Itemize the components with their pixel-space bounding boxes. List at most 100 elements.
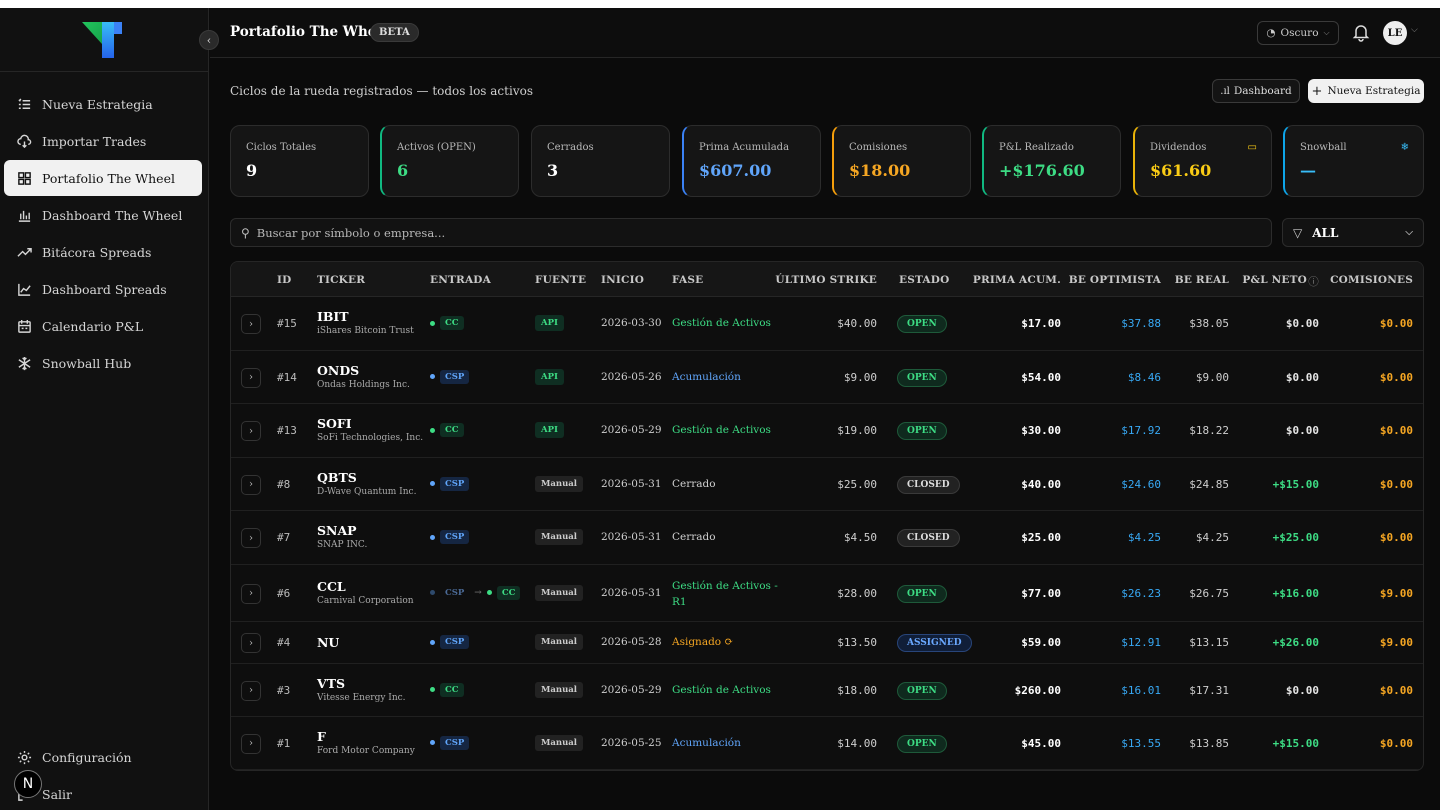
table-row[interactable]: › #3 VTS Vitesse Energy Inc. CC Manual 2026-05… bbox=[231, 664, 1423, 717]
brand-logo[interactable] bbox=[80, 20, 124, 60]
column-header[interactable]: TICKER bbox=[317, 274, 365, 286]
plus-icon: + bbox=[1311, 83, 1323, 99]
table-header: ID TICKER ENTRADA FUENTE INICIO FASE ÚLTIMO ST… bbox=[231, 262, 1423, 297]
expand-row-button[interactable]: › bbox=[241, 528, 261, 548]
source-badge: Manual bbox=[535, 584, 584, 601]
sidebar-item-label: Importar Trades bbox=[42, 133, 147, 149]
user-avatar[interactable]: LE bbox=[1383, 21, 1407, 45]
card-label: Cerrados bbox=[547, 142, 594, 153]
state-cell: OPEN bbox=[897, 422, 947, 440]
table-row[interactable]: › #8 QBTS D-Wave Quantum Inc. CSP Manual 2026-… bbox=[231, 458, 1423, 511]
ticker-cell[interactable]: SOFI SoFi Technologies, Inc. bbox=[317, 416, 423, 443]
last-strike: $18.00 bbox=[837, 683, 877, 697]
bell-icon[interactable] bbox=[1351, 22, 1371, 42]
ticker-cell[interactable]: ONDS Ondas Holdings Inc. bbox=[317, 363, 410, 390]
ticker-cell[interactable]: IBIT iShares Bitcoin Trust bbox=[317, 309, 414, 336]
summary-card: P&L Realizado +$176.60 bbox=[982, 125, 1121, 197]
state-badge: OPEN bbox=[897, 422, 947, 440]
column-header[interactable]: FASE bbox=[672, 274, 703, 286]
start-date: 2026-05-26 bbox=[601, 370, 662, 383]
ticker-cell[interactable]: F Ford Motor Company bbox=[317, 729, 415, 756]
pnl-neto: $0.00 bbox=[1285, 317, 1319, 330]
chevron-down-icon[interactable]: ⌵ bbox=[1411, 25, 1418, 35]
sidebar-item-snowball-hub[interactable]: Snowball Hub bbox=[4, 345, 202, 381]
status-filter-select[interactable]: ▽ ALL ⌵ bbox=[1282, 218, 1424, 247]
table-row[interactable]: › #6 CCL Carnival Corporation CSP → CC Manual 20… bbox=[231, 565, 1423, 622]
table-row[interactable]: › #7 SNAP SNAP INC. CSP Manual 2026-05-31 Cerra… bbox=[231, 511, 1423, 565]
sidebar-item-configuracion[interactable]: Configuración bbox=[4, 739, 202, 775]
premium-accum: $260.00 bbox=[1014, 683, 1061, 697]
card-value: $607.00 bbox=[699, 161, 772, 180]
entry-cell: CC bbox=[430, 423, 464, 437]
phase-text: Gestión de Activos bbox=[672, 424, 771, 436]
theme-toggle-button[interactable]: ◔ Oscuro ⌵ bbox=[1257, 21, 1339, 45]
sidebar-item-bitacora-spreads[interactable]: Bitácora Spreads bbox=[4, 234, 202, 270]
phase-text-cont: R1 bbox=[672, 595, 687, 608]
entry-cell: CSP bbox=[430, 530, 470, 544]
phase-cell: Cerrado bbox=[672, 531, 716, 543]
pnl-neto: +$26.00 bbox=[1272, 636, 1319, 649]
snowflake-icon: ❄ bbox=[1400, 142, 1409, 153]
table-row[interactable]: › #4 NU CSP Manual 2026-05-28 Asignado ⟳ $13.50… bbox=[231, 622, 1423, 664]
table-row[interactable]: › #15 IBIT iShares Bitcoin Trust CC API 2026-0… bbox=[231, 297, 1423, 351]
sidebar-item-dashboard-the-wheel[interactable]: Dashboard The Wheel bbox=[4, 197, 202, 233]
state-badge: OPEN bbox=[897, 315, 947, 333]
phase-cell: Gestión de Activos - R1 bbox=[672, 578, 778, 610]
ticker-cell[interactable]: CCL Carnival Corporation bbox=[317, 579, 414, 606]
sidebar-item-portafolio-the-wheel[interactable]: Portafolio The Wheel bbox=[4, 160, 202, 196]
column-header[interactable]: ID bbox=[277, 274, 291, 286]
table-row[interactable]: › #13 SOFI SoFi Technologies, Inc. CC API 2026… bbox=[231, 404, 1423, 458]
filter-icon: ▽ bbox=[1293, 225, 1303, 240]
expand-row-button[interactable]: › bbox=[241, 421, 261, 441]
new-strategy-button[interactable]: + Nueva Estrategia bbox=[1308, 79, 1424, 103]
expand-row-button[interactable]: › bbox=[241, 474, 261, 495]
start-date: 2026-05-31 bbox=[601, 531, 662, 543]
ticker-company: SNAP INC. bbox=[317, 540, 368, 550]
ticker-cell[interactable]: QBTS D-Wave Quantum Inc. bbox=[317, 470, 416, 497]
column-header[interactable]: PRIMA ACUM. bbox=[973, 274, 1061, 286]
ticker-cell[interactable]: VTS Vitesse Energy Inc. bbox=[317, 676, 406, 703]
sidebar-item-nueva-estrategia[interactable]: Nueva Estrategia bbox=[4, 86, 202, 122]
column-header[interactable]: COMISIONES bbox=[1330, 274, 1413, 286]
entry-cell: CSP bbox=[430, 635, 470, 649]
search-bar[interactable]: ⚲ bbox=[230, 218, 1272, 247]
dashboard-button[interactable]: .ıl Dashboard bbox=[1212, 79, 1300, 103]
search-input[interactable] bbox=[256, 225, 1157, 240]
expand-row-button[interactable]: › bbox=[241, 680, 261, 701]
column-header[interactable]: BE OPTIMISTA bbox=[1069, 274, 1161, 286]
info-icon[interactable]: ⓘ bbox=[1308, 274, 1319, 289]
ticker-cell[interactable]: NU bbox=[317, 635, 339, 650]
sidebar-item-dashboard-spreads[interactable]: Dashboard Spreads bbox=[4, 271, 202, 307]
column-header[interactable]: INICIO bbox=[601, 274, 644, 286]
ticker-symbol: ONDS bbox=[317, 362, 360, 378]
wallet-icon: ▭ bbox=[1247, 142, 1257, 153]
column-header[interactable]: ENTRADA bbox=[430, 274, 491, 286]
ticker-symbol: QBTS bbox=[317, 469, 357, 485]
column-header[interactable]: FUENTE bbox=[535, 274, 586, 286]
expand-row-button[interactable]: › bbox=[241, 733, 261, 754]
phase-cell: Gestión de Activos bbox=[672, 317, 771, 329]
column-header[interactable]: ÚLTIMO STRIKE bbox=[775, 274, 877, 286]
source-cell: Manual bbox=[535, 529, 584, 545]
table-row[interactable]: › #1 F Ford Motor Company CSP Manual 2026-05-2… bbox=[231, 717, 1423, 770]
column-header[interactable]: ESTADO bbox=[899, 274, 949, 286]
table-row[interactable]: › #14 ONDS Ondas Holdings Inc. CSP API 2026-05… bbox=[231, 351, 1423, 404]
sidebar-item-importar-trades[interactable]: Importar Trades bbox=[4, 123, 202, 159]
entry-cell: CC bbox=[430, 316, 464, 330]
be-real: $4.25 bbox=[1195, 531, 1229, 544]
expand-row-button[interactable]: › bbox=[241, 633, 261, 653]
premium-accum: $25.00 bbox=[1021, 531, 1061, 544]
expand-row-button[interactable]: › bbox=[241, 583, 261, 604]
column-header[interactable]: P&L NETO bbox=[1242, 274, 1307, 286]
column-header[interactable]: BE REAL bbox=[1175, 274, 1229, 286]
collapse-sidebar-button[interactable]: ‹ bbox=[199, 30, 219, 50]
ticker-cell[interactable]: SNAP SNAP INC. bbox=[317, 523, 367, 550]
entry-cell: CSP bbox=[430, 369, 470, 384]
sidebar-item-calendario-pl[interactable]: Calendario P&L bbox=[4, 308, 202, 344]
expand-row-button[interactable]: › bbox=[241, 367, 261, 388]
expand-row-button[interactable]: › bbox=[241, 314, 261, 334]
last-strike: $28.00 bbox=[837, 586, 877, 600]
source-cell: API bbox=[535, 315, 564, 331]
framework-badge[interactable]: N bbox=[14, 770, 42, 798]
page-subtitle: Ciclos de la rueda registrados — todos l… bbox=[230, 84, 533, 98]
